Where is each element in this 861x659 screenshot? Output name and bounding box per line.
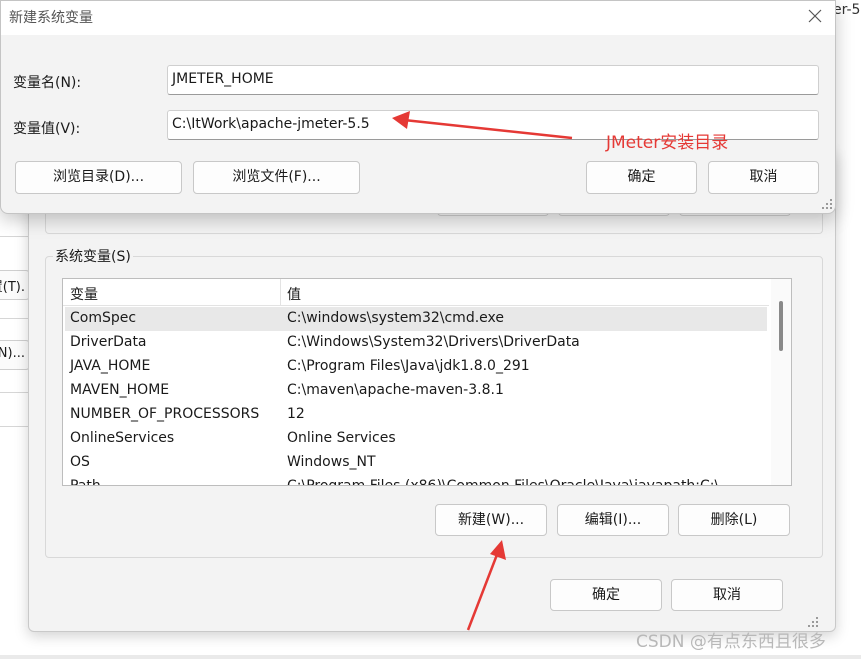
environment-variables-window: 系统变量(S) 变量 值 ComSpec C:\windows\system32\… [28, 150, 836, 632]
background-button-set[interactable]: 置(T). [0, 270, 30, 300]
annotation-label: JMeter安装目录 [606, 133, 729, 153]
dialog-cancel-button[interactable]: 取消 [708, 161, 819, 194]
table-row[interactable]: MAVEN_HOME C:\maven\apache-maven-3.8.1 [65, 379, 767, 403]
table-row[interactable]: OS Windows_NT [65, 451, 767, 475]
column-header-value[interactable]: 值 [287, 284, 301, 304]
table-row[interactable]: NUMBER_OF_PROCESSORS 12 [65, 403, 767, 427]
scrollbar-thumb[interactable] [779, 301, 783, 351]
browse-directory-button[interactable]: 浏览目录(D)... [15, 161, 182, 194]
list-scrollbar[interactable] [771, 279, 791, 485]
background-window-edge [835, 0, 861, 659]
browse-file-button[interactable]: 浏览文件(F)... [193, 161, 360, 194]
divider [0, 236, 30, 237]
column-header-variable[interactable]: 变量 [70, 284, 98, 304]
variable-name-input[interactable]: JMETER_HOME [167, 65, 819, 95]
background-button-new[interactable]: (N)... [0, 340, 30, 370]
dialog-titlebar[interactable]: 新建系统变量 [1, 1, 835, 35]
table-row[interactable]: JAVA_HOME C:\Program Files\Java\jdk1.8.0_… [65, 355, 767, 379]
table-row[interactable]: DriverData C:\Windows\System32\Drivers\Dr… [65, 331, 767, 355]
close-icon[interactable] [805, 6, 825, 26]
divider [0, 426, 30, 427]
system-variables-label: 系统变量(S) [53, 246, 133, 266]
variable-name-label: 变量名(N): [13, 75, 82, 91]
divider [0, 318, 30, 319]
background-bottom-edge [0, 655, 861, 659]
column-divider[interactable] [280, 279, 281, 305]
table-row[interactable]: OnlineServices Online Services [65, 427, 767, 451]
background-window-title: er-5 [833, 2, 861, 18]
dialog-ok-button[interactable]: 确定 [586, 161, 697, 194]
edit-variable-button[interactable]: 编辑(I)... [557, 504, 669, 536]
list-header: 变量 值 [63, 279, 769, 306]
variable-value-label: 变量值(V): [13, 121, 81, 137]
table-row[interactable]: ComSpec C:\windows\system32\cmd.exe [65, 307, 767, 331]
table-row[interactable]: Path C:\Program Files (x86)\Common Files\… [65, 475, 767, 485]
ok-button[interactable]: 确定 [550, 579, 662, 611]
cancel-button[interactable]: 取消 [671, 579, 783, 611]
system-variables-list[interactable]: 变量 值 ComSpec C:\windows\system32\cmd.exe … [62, 278, 792, 486]
delete-variable-button[interactable]: 删除(L) [678, 504, 790, 536]
divider [0, 392, 30, 393]
resize-grip-icon[interactable] [821, 198, 833, 210]
watermark: CSDN @有点东西且很多 [636, 632, 826, 652]
dialog-title: 新建系统变量 [9, 10, 93, 26]
new-variable-button[interactable]: 新建(W)... [435, 504, 547, 536]
new-system-variable-dialog: 新建系统变量 变量名(N): JMETER_HOME 变量值(V): C:\It… [0, 0, 836, 214]
